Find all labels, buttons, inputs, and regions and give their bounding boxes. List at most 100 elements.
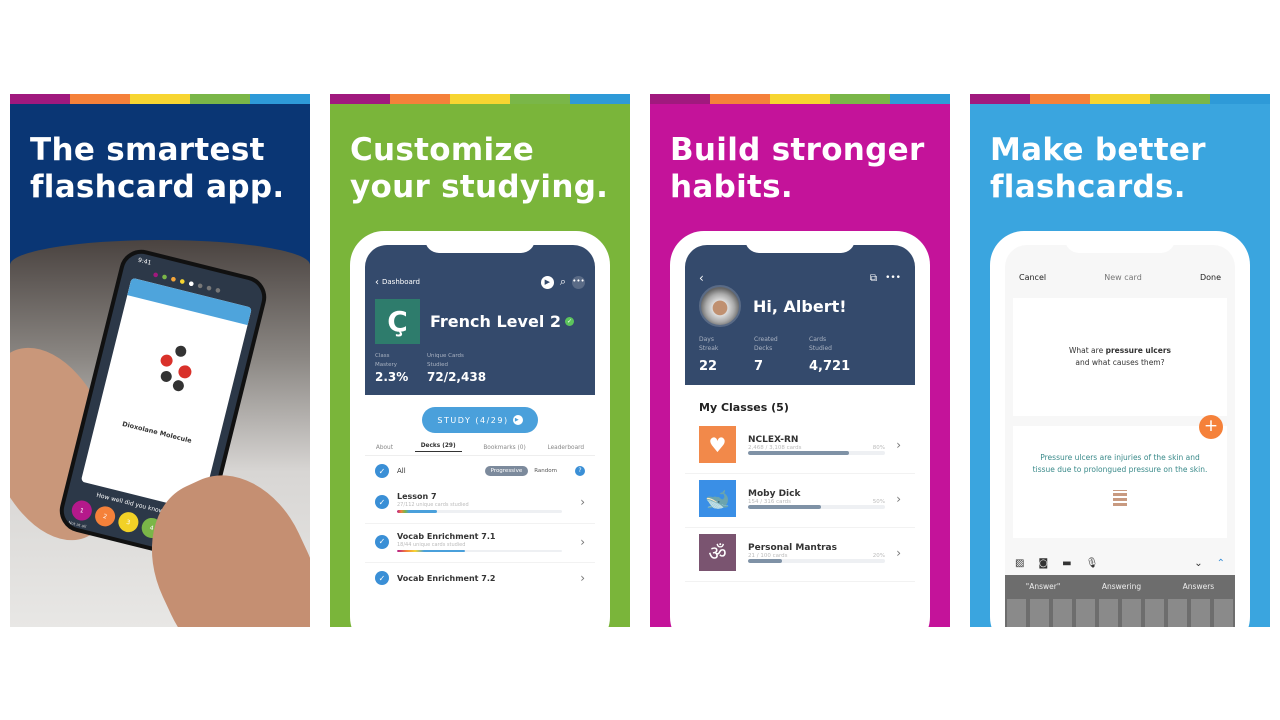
back-icon[interactable]: ‹: [699, 271, 704, 285]
panel-customize: Customize your studying. ‹ Dashboard ▶ ⌕ •…: [330, 94, 630, 627]
class-cards: 21 / 100 cards: [748, 552, 788, 559]
deck-progress: [397, 510, 562, 513]
study-button[interactable]: STUDY (4/29) ▶: [422, 407, 538, 433]
add-button[interactable]: +: [1199, 415, 1223, 439]
tab-bookmarks[interactable]: Bookmarks (0): [483, 445, 525, 451]
suggestion[interactable]: "Answer": [1026, 582, 1061, 591]
class-icon: Ç: [375, 299, 420, 344]
deck-item[interactable]: ✓ Vocab Enrichment 7.2 ›: [365, 563, 595, 593]
deck-name: Vocab Enrichment 7.2: [397, 573, 496, 583]
profile-header: ‹ ⧉ ••• Hi, Albert! Days Streak 22 Created …: [685, 245, 915, 385]
class-progress: [748, 450, 885, 455]
color-strip: [10, 94, 310, 104]
color-strip: [970, 94, 1270, 104]
molecule-image: [146, 336, 207, 397]
class-item[interactable]: ♥ NCLEX-RN 2,468 / 3,108 cards 80% ›: [685, 420, 915, 474]
verified-icon: ✓: [565, 317, 574, 326]
check-icon[interactable]: ✓: [375, 464, 389, 478]
deck-sub: 18/44 unique cards studied: [397, 541, 466, 548]
deck-name: Vocab Enrichment 7.1: [397, 531, 496, 541]
back-label: Dashboard: [382, 278, 420, 286]
headline: Make better flashcards.: [990, 132, 1206, 205]
chevron-down-icon[interactable]: ⌄: [1194, 558, 1202, 569]
headline: Customize your studying.: [350, 132, 609, 205]
avatar[interactable]: [699, 285, 741, 327]
class-cards: 154 / 316 cards: [748, 498, 792, 505]
panel-make-better: Make better flashcards. Cancel New card D…: [970, 94, 1270, 627]
play-icon[interactable]: ▶: [540, 275, 554, 289]
om-icon: ॐ: [699, 534, 736, 571]
check-icon[interactable]: ✓: [375, 571, 389, 585]
stat-cards: Cards Studied 4,721: [809, 336, 851, 374]
answer-field[interactable]: Pressure ulcers are injuries of the skin…: [1013, 426, 1227, 538]
question-field[interactable]: What are pressure ulcers and what causes…: [1013, 298, 1227, 416]
class-progress: [748, 504, 885, 509]
deck-sub: 27/112 unique cards studied: [397, 502, 469, 508]
microphone-icon[interactable]: 🎙: [1086, 558, 1099, 569]
mode-progressive[interactable]: Progressive: [484, 466, 529, 476]
tabs: About Decks (29) Bookmarks (0) Leaderboa…: [365, 443, 595, 456]
card-title: Dioxolane Molecule: [121, 419, 193, 445]
chevron-right-icon: ›: [580, 495, 585, 510]
stat-mastery: Class Mastery 2.3%: [375, 353, 409, 384]
section-title: My Classes (5): [699, 401, 789, 414]
stat-streak: Days Streak 22: [699, 336, 719, 374]
search-deck-icon[interactable]: ⧉: [870, 273, 877, 284]
tab-leaderboard[interactable]: Leaderboard: [547, 445, 584, 451]
suggestion[interactable]: Answering: [1102, 582, 1141, 591]
all-decks-row: ✓ All Progressive Random ?: [365, 456, 595, 486]
more-icon[interactable]: •••: [572, 275, 585, 289]
check-icon[interactable]: ✓: [375, 534, 389, 549]
greeting: Hi, Albert!: [753, 296, 847, 316]
search-icon[interactable]: ⌕: [560, 275, 566, 289]
deck-name: Lesson 7: [397, 492, 437, 501]
editor-toolbar: ▨ ◙ ▬ 🎙 ⌄ ⌃: [1005, 558, 1235, 569]
chevron-up-icon[interactable]: ⌃: [1217, 558, 1225, 569]
check-icon[interactable]: ✓: [375, 495, 389, 510]
play-icon: ▶: [512, 415, 523, 425]
done-button[interactable]: Done: [1200, 273, 1221, 282]
class-item[interactable]: ॐ Personal Mantras 21 / 100 cards 20% ›: [685, 528, 915, 582]
color-strip: [650, 94, 950, 104]
whale-icon: 🐋: [699, 480, 736, 517]
headline: Build stronger habits.: [670, 132, 925, 205]
panel-smartest: The smartest flashcard app. 9:41 ● ● ● ● …: [10, 94, 310, 627]
phone-frame: ‹ Dashboard ▶ ⌕ ••• Ç French Level 2 ✓ Cl…: [350, 231, 610, 627]
class-name: Moby Dick: [748, 488, 801, 499]
suggestion[interactable]: Answers: [1183, 582, 1215, 591]
class-percent: 20%: [872, 552, 885, 559]
deck-list: ✓ Lesson 7 27/112 unique cards studied › ✓ V…: [365, 486, 595, 593]
phone-frame: Cancel New card Done What are pressure u…: [990, 231, 1250, 627]
chevron-right-icon: ›: [580, 571, 585, 585]
keyboard: "Answer" Answering Answers: [1005, 575, 1235, 627]
rating-3-button[interactable]: 3: [116, 510, 141, 535]
color-strip: [330, 94, 630, 104]
class-item[interactable]: 🐋 Moby Dick 154 / 316 cards 50% ›: [685, 474, 915, 528]
mode-random[interactable]: Random: [534, 468, 557, 474]
class-percent: 80%: [872, 444, 885, 451]
deck-item[interactable]: ✓ Lesson 7 27/112 unique cards studied ›: [365, 486, 595, 524]
class-cards: 2,468 / 3,108 cards: [748, 444, 802, 451]
study-label: STUDY (4/29): [437, 415, 509, 425]
camera-icon[interactable]: ◙: [1038, 558, 1048, 569]
rating-2-button[interactable]: 2: [92, 504, 118, 529]
keyboard-keys[interactable]: [1007, 599, 1233, 627]
cancel-button[interactable]: Cancel: [1019, 273, 1046, 282]
chevron-right-icon: ›: [580, 534, 585, 549]
back-button[interactable]: ‹ Dashboard: [375, 277, 420, 288]
rating-1-button[interactable]: 1: [69, 498, 94, 523]
status-time: 9:41: [137, 256, 152, 267]
more-icon[interactable]: •••: [885, 273, 901, 283]
class-name: NCLEX-RN: [748, 434, 799, 445]
tab-decks[interactable]: Decks (29): [414, 443, 462, 452]
all-label: All: [397, 467, 406, 475]
image-icon[interactable]: ▨: [1015, 558, 1024, 569]
class-progress: [748, 558, 885, 563]
image-thumbnail[interactable]: [1113, 490, 1127, 506]
help-icon[interactable]: ?: [575, 466, 585, 476]
folder-icon[interactable]: ▬: [1062, 558, 1071, 569]
chevron-right-icon: ›: [896, 545, 901, 560]
deck-item[interactable]: ✓ Vocab Enrichment 7.1 18/44 unique cards …: [365, 524, 595, 563]
tab-about[interactable]: About: [376, 445, 393, 451]
editor-title: New card: [1104, 273, 1142, 282]
